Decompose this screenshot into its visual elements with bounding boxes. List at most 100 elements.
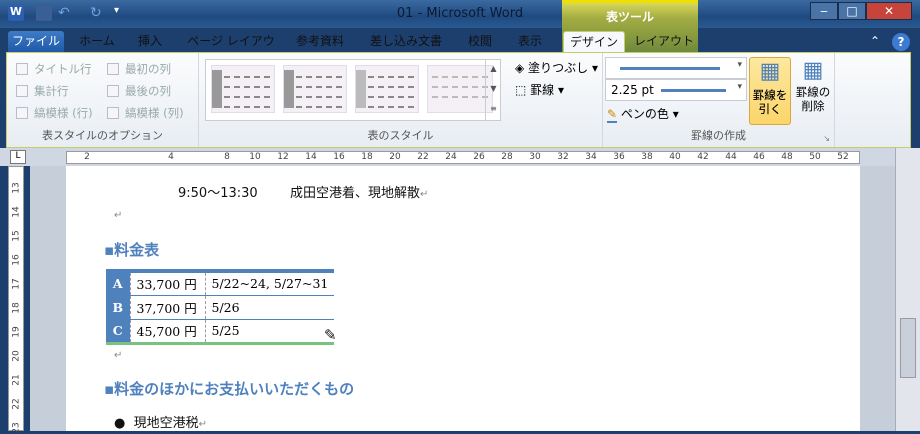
ruler-tick-label: 20: [11, 350, 22, 362]
help-icon[interactable]: ?: [892, 33, 910, 51]
dates-cell[interactable]: 5/22~24, 5/27~31: [204, 271, 335, 296]
line-weight-dropdown[interactable]: 2.25 pt ▾: [605, 79, 747, 101]
ruler-tick-label: 14: [305, 152, 317, 162]
ruler-tick-label: 23: [11, 422, 22, 434]
title-bar: W ↶ ↻ ▾ 01 - Microsoft Word ‒ □ ✕: [0, 0, 920, 28]
fee-table[interactable]: A 33,700 円 5/22~24, 5/27~31 B 37,700 円 5/26 C 4…: [106, 269, 335, 345]
ruler-tick-label: 4: [168, 152, 174, 162]
gallery-scroll[interactable]: ▲ ▼ ≡: [485, 59, 501, 121]
ruler-tick-label: 22: [11, 398, 22, 410]
heading-extra-fees: ▪料金のほかにお支払いいただくもの: [104, 380, 355, 398]
table-style-1[interactable]: [211, 65, 275, 113]
pencil-cursor-icon: ✎: [324, 326, 337, 344]
ribbon: タイトル行 最初の列 集計行 最後の列 縞模様 (行) 縞模様 (列) 表スタイ…: [6, 52, 911, 148]
table-style-options-group: タイトル行 最初の列 集計行 最後の列 縞模様 (行) 縞模様 (列) 表スタイ…: [7, 53, 199, 147]
horizontal-ruler[interactable]: 2 4 8 10 12 14 16 18 20 22 24 26 28 30 32 34 36 38 40 42 44 4…: [66, 151, 860, 164]
table-styles-group: ▲ ▼ ≡ ◈ 塗りつぶし ▾ ⬚ 罫線 ▾ 表のスタイル: [199, 53, 603, 147]
ruler-tick-label: 44: [725, 152, 737, 162]
vertical-ruler[interactable]: 13 14 15 16 17 18 19 20 21 22 23: [8, 166, 24, 434]
window-title: 01 - Microsoft Word: [396, 6, 524, 21]
group-label: 罫線の作成: [691, 129, 746, 142]
price-cell[interactable]: 45,700 円: [129, 319, 205, 345]
maximize-button[interactable]: □: [838, 2, 866, 20]
tab-references[interactable]: 参考資料: [290, 31, 350, 52]
table-row[interactable]: A 33,700 円 5/22~24, 5/27~31: [106, 271, 335, 296]
draw-table-button[interactable]: ▦ 罫線を引く 罫線を 引く: [749, 57, 791, 125]
close-button[interactable]: ✕: [866, 2, 912, 20]
paragraph-mark: ↵: [114, 210, 123, 221]
last-column-checkbox[interactable]: 最後の列: [107, 83, 171, 99]
table-row[interactable]: C 45,700 円 5/25: [106, 319, 335, 345]
ruler-tick-label: 18: [11, 302, 22, 314]
ruler-tick-label: 24: [445, 152, 457, 162]
ruler-tick-label: 38: [641, 152, 653, 162]
tab-selector-icon[interactable]: L: [10, 150, 26, 164]
tab-view[interactable]: 表示: [512, 31, 548, 52]
total-row-checkbox[interactable]: 集計行: [16, 83, 69, 99]
minimize-button[interactable]: ‒: [810, 2, 838, 20]
price-cell[interactable]: 37,700 円: [129, 295, 205, 320]
schedule-text: 成田空港着、現地解散↵: [290, 186, 429, 201]
pen-color-button[interactable]: ✎ ペンの色 ▾: [607, 105, 679, 123]
list-item: ● 現地空港税↵: [114, 416, 208, 431]
row-key[interactable]: B: [106, 295, 130, 320]
ruler-tick-label: 30: [529, 152, 541, 162]
ruler-tick-label: 14: [11, 206, 22, 218]
row-key[interactable]: A: [106, 271, 130, 296]
dates-cell[interactable]: 5/25: [204, 319, 335, 345]
borders-button[interactable]: ⬚ 罫線 ▾: [515, 81, 564, 98]
group-label: 表スタイルのオプション: [42, 129, 163, 142]
ruler-tick-label: 17: [11, 278, 22, 290]
tab-review[interactable]: 校閲: [462, 31, 498, 52]
eraser-button[interactable]: ▦ 罫線の 削除: [793, 57, 833, 125]
tab-home[interactable]: ホーム: [72, 31, 122, 52]
table-row[interactable]: B 37,700 円 5/26: [106, 295, 335, 320]
tab-file[interactable]: ファイル: [8, 31, 64, 52]
dates-cell[interactable]: 5/26: [204, 295, 335, 320]
tab-layout[interactable]: レイアウト: [632, 31, 696, 52]
dialog-launcher-icon[interactable]: ↘: [823, 134, 830, 143]
shading-button[interactable]: ◈ 塗りつぶし ▾: [515, 59, 598, 76]
header-row-checkbox[interactable]: タイトル行: [16, 61, 92, 77]
ruler-tick-label: 46: [753, 152, 765, 162]
ruler-tick-label: 26: [473, 152, 485, 162]
table-style-3[interactable]: [355, 65, 419, 113]
first-column-checkbox[interactable]: 最初の列: [107, 61, 171, 77]
ruler-tick-label: 52: [837, 152, 849, 162]
draw-table-label-lines: 罫線を 引く: [752, 88, 788, 116]
collapse-ribbon-icon[interactable]: ⌃: [868, 31, 882, 52]
table-style-2[interactable]: [283, 65, 347, 113]
price-cell[interactable]: 33,700 円: [129, 271, 205, 296]
ruler-tick-label: 42: [697, 152, 709, 162]
ribbon-tabs: ファイル ホーム 挿入 ページ レイアウト 参考資料 差し込み文書 校閲 表示 …: [0, 28, 920, 69]
ruler-tick-label: 40: [669, 152, 681, 162]
banded-rows-checkbox[interactable]: 縞模様 (行): [16, 105, 93, 121]
ruler-tick-label: 22: [417, 152, 429, 162]
ruler-tick-label: 28: [501, 152, 513, 162]
tab-mailings[interactable]: 差し込み文書: [368, 31, 444, 52]
draw-borders-group: ▾ 2.25 pt ▾ ✎ ペンの色 ▾ ▦ 罫線を引く 罫線を 引く ▦ 罫線の 削除…: [603, 53, 835, 147]
vertical-scrollbar[interactable]: [895, 148, 920, 431]
line-style-dropdown[interactable]: ▾: [605, 57, 747, 79]
group-label: 表のスタイル: [367, 129, 434, 142]
draw-table-icon: ▦: [759, 59, 781, 84]
paragraph-mark: ↵: [114, 350, 123, 361]
ruler-tick-label: 34: [585, 152, 597, 162]
table-style-4[interactable]: [427, 65, 493, 113]
ruler-tick-label: 8: [224, 152, 230, 162]
ruler-tick-label: 13: [11, 182, 22, 194]
ruler-tick-label: 10: [249, 152, 261, 162]
banded-columns-checkbox[interactable]: 縞模様 (列): [107, 105, 184, 121]
tab-insert[interactable]: 挿入: [130, 31, 170, 52]
heading-fee-table: ▪料金表: [104, 241, 160, 259]
row-key[interactable]: C: [106, 319, 130, 345]
ruler-tick-label: 16: [11, 254, 22, 266]
ruler-tick-label: 16: [333, 152, 345, 162]
ruler-tick-label: 2: [84, 152, 90, 162]
eraser-icon: ▦: [802, 58, 824, 83]
pen-icon: ✎: [607, 107, 618, 123]
ruler-tick-label: 21: [11, 374, 22, 386]
ruler-tick-label: 18: [361, 152, 373, 162]
tab-page-layout[interactable]: ページ レイアウト: [186, 31, 276, 69]
tab-design[interactable]: デザイン: [563, 31, 625, 52]
